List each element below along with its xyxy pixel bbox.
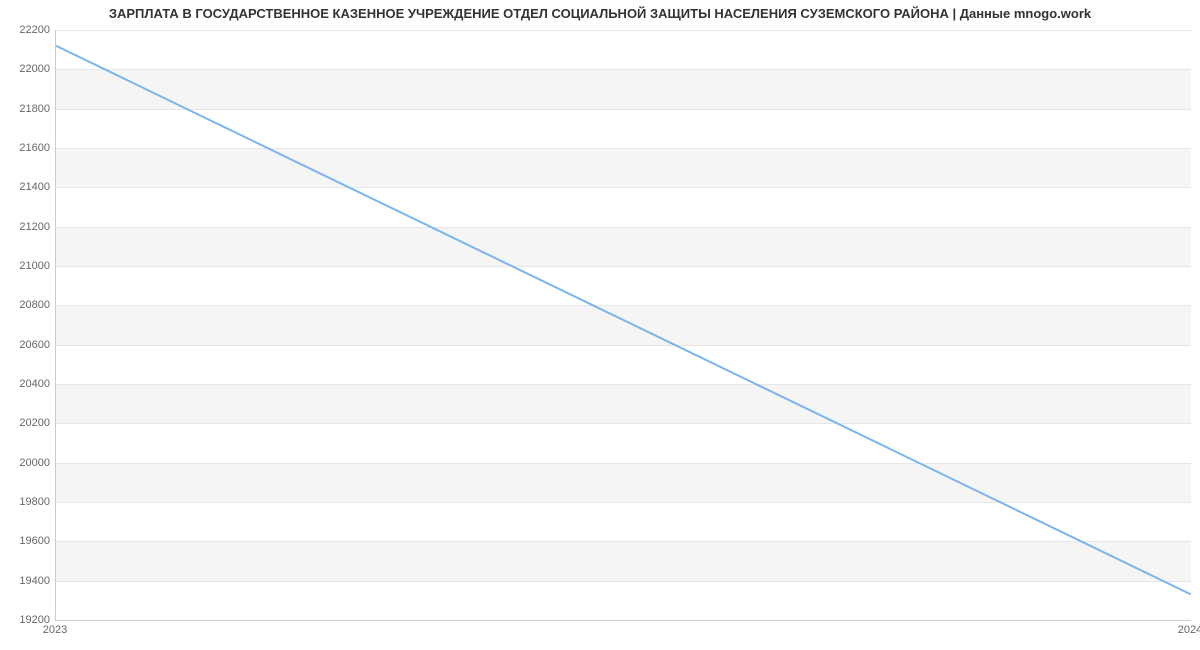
plot-area: [55, 30, 1191, 621]
y-tick-label: 20600: [5, 339, 50, 351]
y-tick-label: 21000: [5, 260, 50, 272]
y-tick-label: 21600: [5, 142, 50, 154]
line-series: [56, 30, 1191, 620]
data-line: [56, 46, 1191, 595]
y-tick-label: 21800: [5, 103, 50, 115]
y-tick-label: 21400: [5, 181, 50, 193]
y-tick-label: 19800: [5, 496, 50, 508]
gridline: [56, 620, 1191, 621]
y-tick-label: 21200: [5, 221, 50, 233]
y-tick-label: 20400: [5, 378, 50, 390]
y-tick-label: 20800: [5, 299, 50, 311]
chart-title: ЗАРПЛАТА В ГОСУДАРСТВЕННОЕ КАЗЕННОЕ УЧРЕ…: [0, 6, 1200, 21]
y-tick-label: 19400: [5, 575, 50, 587]
x-tick-label: 2024: [1178, 624, 1200, 636]
y-tick-label: 19600: [5, 535, 50, 547]
y-tick-label: 20200: [5, 417, 50, 429]
chart-container: ЗАРПЛАТА В ГОСУДАРСТВЕННОЕ КАЗЕННОЕ УЧРЕ…: [0, 0, 1200, 650]
y-tick-label: 20000: [5, 457, 50, 469]
x-tick-label: 2023: [43, 624, 67, 636]
y-tick-label: 22200: [5, 24, 50, 36]
y-tick-label: 22000: [5, 63, 50, 75]
